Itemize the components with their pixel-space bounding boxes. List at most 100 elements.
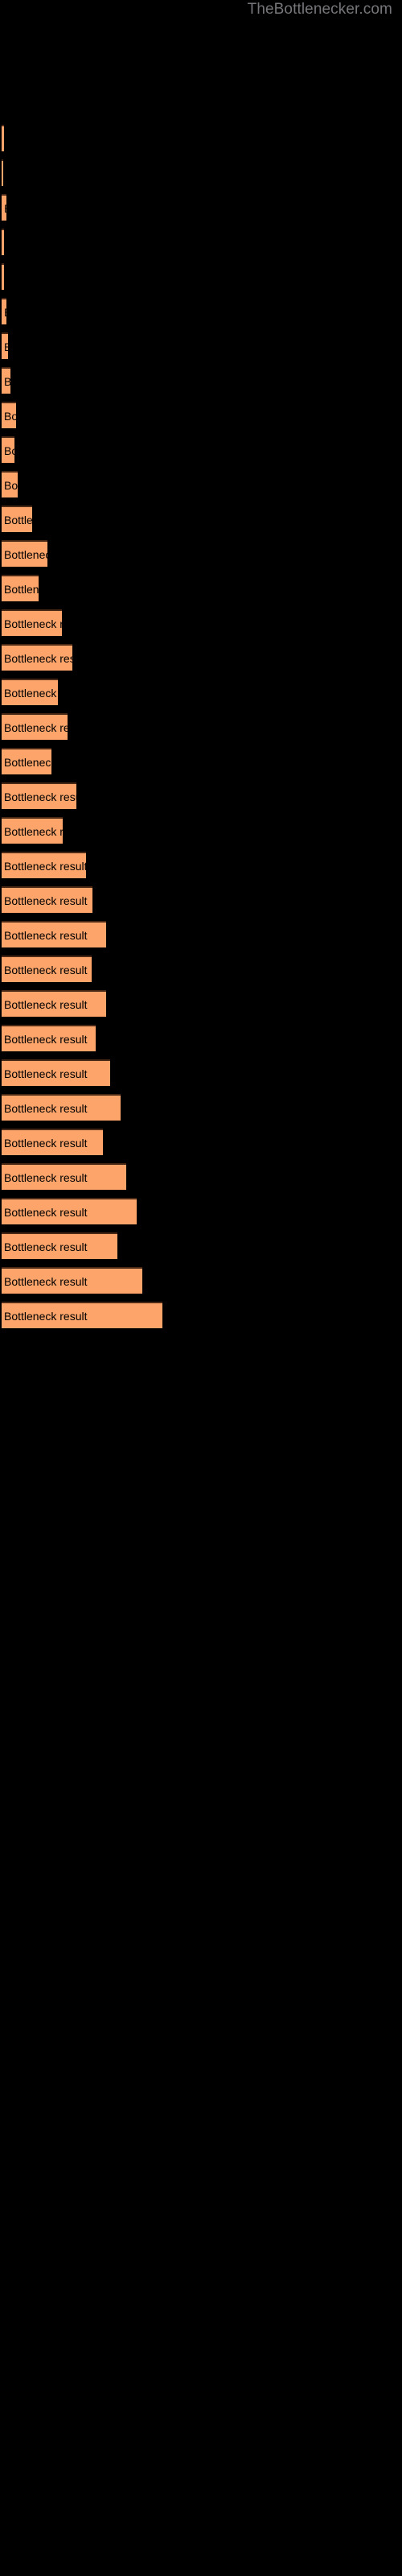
bar-label: Bottleneck result [4, 341, 8, 353]
bar-row: Bottleneck result [2, 679, 400, 713]
bar-label: Bottleneck result [4, 1170, 88, 1184]
bar[interactable]: Bottleneck result [2, 229, 4, 255]
bar[interactable]: Bottleneck result [2, 748, 51, 774]
bar-label: Bottleneck result [4, 1205, 88, 1219]
bar[interactable]: Bottleneck result [2, 367, 10, 394]
bar[interactable]: Bottleneck result [2, 125, 4, 151]
bar-label: Bottleneck result [4, 582, 39, 596]
bar[interactable]: Bottleneck result [2, 1163, 126, 1190]
bar[interactable]: Bottleneck result [2, 817, 63, 844]
bar[interactable]: Bottleneck result [2, 782, 76, 809]
bar[interactable]: Bottleneck result [2, 1094, 121, 1121]
bar-label: Bottleneck result [4, 1032, 88, 1046]
bar[interactable]: Bottleneck result [2, 956, 92, 982]
bar[interactable]: Bottleneck result [2, 1267, 142, 1294]
bar[interactable]: Bottleneck result [2, 1059, 110, 1086]
bar[interactable]: Bottleneck result [2, 852, 86, 878]
bar-row: Bottleneck result [2, 609, 400, 644]
bar[interactable]: Bottleneck result [2, 1232, 117, 1259]
bar[interactable]: Bottleneck result [2, 1129, 103, 1155]
bar-label: Bottleneck result [4, 478, 18, 492]
bar-row: Bottleneck result [2, 159, 400, 194]
bar-row: Bottleneck result [2, 575, 400, 609]
bar-row: Bottleneck result [2, 1302, 400, 1336]
bar-label: Bottleneck result [4, 409, 16, 423]
bar-label: Bottleneck result [4, 1274, 88, 1288]
bar[interactable]: Bottleneck result [2, 194, 6, 221]
bar[interactable]: Bottleneck result [2, 298, 6, 324]
bar-label: Bottleneck result [4, 859, 86, 873]
bar[interactable]: Bottleneck result [2, 1025, 96, 1051]
bar-label: Bottleneck result [4, 617, 62, 630]
bar-row: Bottleneck result [2, 298, 400, 332]
bar-row: Bottleneck result [2, 852, 400, 886]
bar-label: Bottleneck result [4, 1067, 88, 1080]
bar-label: Bottleneck result [4, 720, 68, 734]
bar-row: Bottleneck result [2, 956, 400, 990]
bar-row: Bottleneck result [2, 436, 400, 471]
bar-list: Bottleneck result Bottleneck result Bottle… [2, 125, 400, 1336]
bar-row: Bottleneck result [2, 817, 400, 852]
bar[interactable]: Bottleneck result [2, 263, 4, 290]
bar[interactable]: Bottleneck result [2, 159, 3, 186]
bar-label: Bottleneck result [4, 203, 6, 214]
bar-label: Bottleneck result [4, 686, 58, 700]
bar[interactable]: Bottleneck result [2, 540, 47, 567]
bar-label: Bottleneck result [4, 824, 63, 838]
bar[interactable]: Bottleneck result [2, 575, 39, 601]
bar-label: Bottleneck result [4, 755, 51, 769]
bar-label: Bottleneck result [4, 928, 88, 942]
bar[interactable]: Bottleneck result [2, 990, 106, 1017]
bar-row: Bottleneck result [2, 402, 400, 436]
bar[interactable]: Bottleneck result [2, 436, 14, 463]
bar-label: Bottleneck result [4, 376, 10, 387]
bar[interactable]: Bottleneck result [2, 921, 106, 947]
bar-row: Bottleneck result [2, 332, 400, 367]
bar[interactable]: Bottleneck result [2, 506, 32, 532]
bar-label: Bottleneck result [4, 651, 72, 665]
bar-row: Bottleneck result [2, 921, 400, 956]
bar[interactable]: Bottleneck result [2, 679, 58, 705]
bar[interactable]: Bottleneck result [2, 1198, 137, 1224]
bar-label: Bottleneck result [4, 997, 88, 1011]
bar-row: Bottleneck result [2, 229, 400, 263]
bar-row: Bottleneck result [2, 748, 400, 782]
bar-row: Bottleneck result [2, 540, 400, 575]
bar[interactable]: Bottleneck result [2, 644, 72, 671]
bar-row: Bottleneck result [2, 1163, 400, 1198]
bar-row: Bottleneck result [2, 990, 400, 1025]
bar[interactable]: Bottleneck result [2, 402, 16, 428]
bar-label: Bottleneck result [4, 1101, 88, 1115]
bar[interactable]: Bottleneck result [2, 332, 8, 359]
bar-row: Bottleneck result [2, 506, 400, 540]
bar-row: Bottleneck result [2, 713, 400, 748]
bar[interactable]: Bottleneck result [2, 886, 92, 913]
bar-chart: TheBottlenecker.com Bottleneck resultBot… [0, 0, 402, 2576]
bar-row: Bottleneck result [2, 1059, 400, 1094]
bar[interactable]: Bottleneck result [2, 471, 18, 497]
bar[interactable]: Bottleneck result [2, 1302, 162, 1328]
bar-label: Bottleneck result [4, 1309, 88, 1323]
bar-row: Bottleneck result [2, 471, 400, 506]
bar[interactable]: Bottleneck result [2, 609, 62, 636]
bar-row: Bottleneck result [2, 886, 400, 921]
bar-row: Bottleneck result [2, 194, 400, 229]
bar-row: Bottleneck result [2, 263, 400, 298]
bar-row: Bottleneck result [2, 1232, 400, 1267]
bar-row: Bottleneck result [2, 125, 400, 159]
bar-row: Bottleneck result [2, 367, 400, 402]
bar-row: Bottleneck result [2, 782, 400, 817]
bar-label: Bottleneck result [4, 444, 14, 457]
bar-row: Bottleneck result [2, 1025, 400, 1059]
bar-row: Bottleneck result [2, 644, 400, 679]
bar-label: Bottleneck result [4, 1240, 88, 1253]
bar-label: Bottleneck result [4, 963, 88, 976]
bar-row: Bottleneck result [2, 1267, 400, 1302]
bar-row: Bottleneck result [2, 1129, 400, 1163]
bar[interactable]: Bottleneck result [2, 713, 68, 740]
site-title: TheBottlenecker.com [247, 1, 392, 18]
bar-row: Bottleneck result [2, 1094, 400, 1129]
bar-label: Bottleneck result [4, 513, 32, 526]
bar-label: Bottleneck result [4, 547, 47, 561]
bar-row: Bottleneck result [2, 1198, 400, 1232]
